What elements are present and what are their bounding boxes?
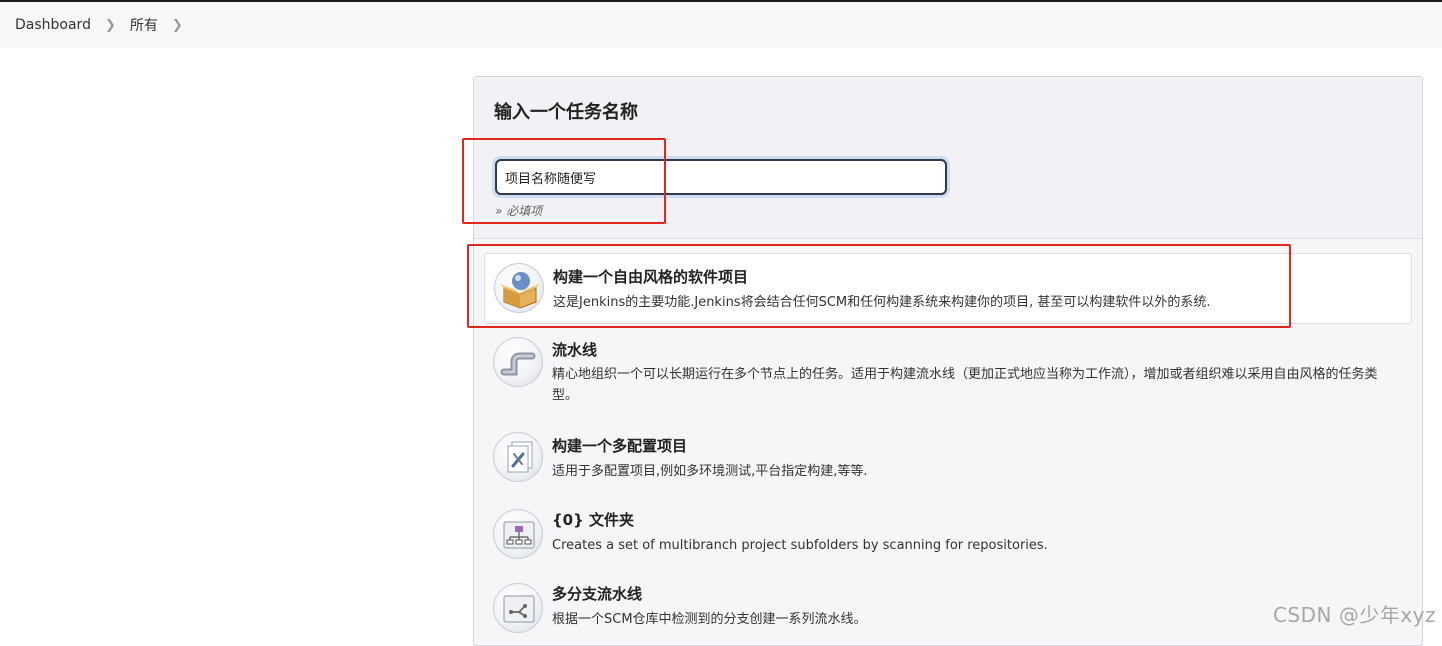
chevron-right-icon[interactable]: ❯ (105, 18, 116, 33)
new-item-panel: 输入一个任务名称 » 必填项 构建一个自由风格的软件项目 这是Jenkins的主… (473, 76, 1423, 646)
job-type-description: 这是Jenkins的主要功能.Jenkins将会结合任何SCM和任何构建系统来构… (553, 292, 1399, 313)
job-type-pipeline[interactable]: 流水线 精心地组织一个可以长期运行在多个节点上的任务。适用于构建流水线（更加正式… (484, 334, 1412, 412)
job-type-title: {0} 文件夹 (552, 509, 634, 530)
job-type-multi-config[interactable]: 构建一个多配置项目 适用于多配置项目,例如多环境测试,平台指定构建,等等. (484, 429, 1412, 491)
item-name-section: 输入一个任务名称 » 必填项 (474, 77, 1422, 239)
job-type-description: Creates a set of multibranch project sub… (552, 535, 1398, 556)
job-type-description: 根据一个SCM仓库中检测到的分支创建一系列流水线。 (552, 609, 1398, 630)
watermark: CSDN @少年xyz (1273, 599, 1436, 628)
job-type-description: 适用于多配置项目,例如多环境测试,平台指定构建,等等. (552, 461, 1398, 482)
pipeline-icon (493, 337, 543, 387)
multibranch-pipeline-icon (493, 583, 543, 633)
job-type-title: 多分支流水线 (552, 583, 642, 604)
job-type-folder[interactable]: {0} 文件夹 Creates a set of multibranch pro… (484, 503, 1412, 565)
required-hint: » 必填项 (495, 202, 542, 219)
job-type-freestyle[interactable]: 构建一个自由风格的软件项目 这是Jenkins的主要功能.Jenkins将会结合… (484, 253, 1412, 324)
breadcrumb: Dashboard ❯ 所有 ❯ (0, 2, 1442, 48)
job-type-description: 精心地组织一个可以长期运行在多个节点上的任务。适用于构建流水线（更加正式地应当称… (552, 364, 1398, 406)
chevron-right-icon[interactable]: ❯ (172, 18, 183, 33)
freestyle-package-icon (494, 263, 544, 313)
job-type-title: 构建一个多配置项目 (552, 435, 687, 456)
breadcrumb-dashboard[interactable]: Dashboard (15, 17, 91, 33)
breadcrumb-all[interactable]: 所有 (130, 15, 158, 35)
multi-config-icon (493, 432, 543, 482)
item-name-heading: 输入一个任务名称 (494, 98, 638, 124)
job-type-title: 流水线 (552, 339, 597, 360)
folder-icon (493, 509, 543, 559)
item-name-input[interactable] (495, 159, 947, 195)
job-type-title: 构建一个自由风格的软件项目 (553, 266, 748, 287)
